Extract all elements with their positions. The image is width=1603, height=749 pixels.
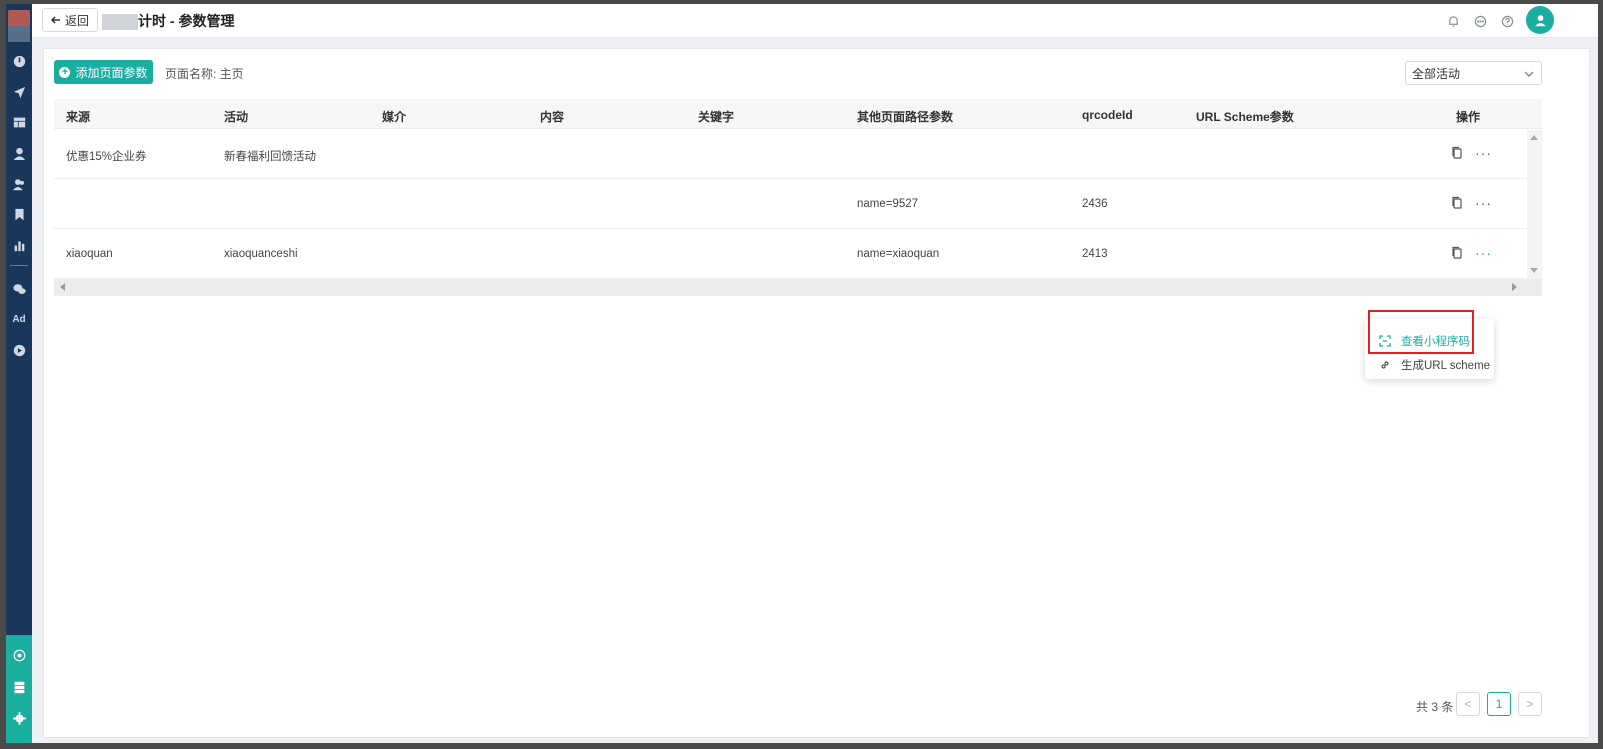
cell-source: 优惠15%企业券 bbox=[66, 151, 147, 163]
scroll-left-arrow[interactable] bbox=[60, 283, 65, 291]
highlight-annotation-box bbox=[1368, 310, 1474, 354]
menu-item-label: 生成URL scheme bbox=[1401, 360, 1491, 372]
menu-item-generate-url-scheme[interactable]: 生成URL scheme bbox=[1379, 357, 1490, 373]
users-icon[interactable] bbox=[6, 173, 32, 195]
title-redaction bbox=[102, 14, 138, 30]
cell-source: xiaoquan bbox=[66, 248, 113, 260]
pagination-prev-button[interactable]: < bbox=[1456, 692, 1480, 716]
table-row: 优惠15%企业券 新春福利回馈活动 ··· bbox=[54, 129, 1542, 179]
vertical-scrollbar[interactable] bbox=[1527, 130, 1542, 279]
back-label: 返回 bbox=[64, 13, 89, 28]
settings-network-icon[interactable] bbox=[6, 644, 32, 666]
add-label: 添加页面参数 bbox=[75, 65, 148, 80]
sidebar-bottom-panel bbox=[6, 635, 32, 743]
col-other-params: 其他页面路径参数 bbox=[857, 110, 954, 124]
sidebar: Ad bbox=[6, 4, 32, 743]
pagination-next-button[interactable]: > bbox=[1518, 692, 1542, 716]
send-icon[interactable] bbox=[6, 81, 32, 103]
activity-select-value: 全部活动 bbox=[1412, 66, 1461, 81]
cell-other-params: name=xiaoquan bbox=[857, 248, 940, 260]
pagination-total: 共 3 条 bbox=[1416, 700, 1454, 714]
page-number: 1 bbox=[1495, 697, 1503, 711]
more-icon[interactable]: ··· bbox=[1475, 146, 1492, 160]
chevron-right-icon: > bbox=[1526, 697, 1534, 711]
cell-other-params: name=9527 bbox=[857, 198, 919, 210]
bell-icon[interactable] bbox=[1445, 13, 1461, 29]
scroll-up-arrow[interactable] bbox=[1530, 135, 1538, 140]
chart-icon[interactable] bbox=[6, 234, 32, 256]
activity-select[interactable]: 全部活动 bbox=[1405, 61, 1542, 85]
table-header: 来源 活动 媒介 内容 关键字 其他页面路径参数 qrcodeId URL Sc… bbox=[54, 99, 1542, 129]
back-button[interactable]: 返回 bbox=[42, 8, 98, 32]
col-source: 来源 bbox=[66, 110, 91, 124]
col-url-scheme: URL Scheme参数 bbox=[1196, 110, 1294, 124]
play-circle-icon[interactable] bbox=[6, 339, 32, 361]
gear-icon[interactable] bbox=[6, 707, 32, 729]
horizontal-scrollbar[interactable] bbox=[54, 279, 1542, 296]
table-row: name=9527 2436 ··· bbox=[54, 179, 1542, 229]
logo-mark bbox=[8, 26, 30, 42]
col-content: 内容 bbox=[540, 110, 565, 124]
app-frame: Ad 返回 计时 - 参数管理 + 添加页面参数 页面名称: 主页 全部活动 来… bbox=[6, 4, 1598, 743]
row-actions: ··· bbox=[1451, 146, 1492, 160]
ad-label: Ad bbox=[12, 313, 26, 325]
col-qrcode-id: qrcodeId bbox=[1082, 108, 1133, 122]
row-actions: ··· bbox=[1451, 246, 1492, 260]
chevron-left-icon: < bbox=[1464, 697, 1472, 711]
sidebar-item-ad[interactable]: Ad bbox=[6, 308, 32, 330]
top-header: 返回 计时 - 参数管理 bbox=[32, 4, 1598, 38]
row-actions: ··· bbox=[1451, 196, 1492, 210]
cell-qrcode-id: 2436 bbox=[1082, 198, 1108, 210]
wechat-icon[interactable] bbox=[6, 278, 32, 300]
help-icon[interactable] bbox=[1499, 13, 1515, 29]
user-icon[interactable] bbox=[6, 142, 32, 164]
avatar[interactable] bbox=[1526, 6, 1554, 34]
sidebar-divider bbox=[10, 265, 28, 266]
col-keyword: 关键字 bbox=[698, 110, 735, 124]
col-actions: 操作 bbox=[1456, 110, 1481, 124]
copy-icon[interactable] bbox=[1451, 196, 1463, 209]
user-avatar-icon bbox=[1534, 14, 1546, 26]
dashboard-icon[interactable] bbox=[6, 50, 32, 72]
cell-qrcode-id: 2413 bbox=[1082, 248, 1108, 260]
col-activity: 活动 bbox=[224, 110, 249, 124]
scroll-right-arrow[interactable] bbox=[1512, 283, 1517, 291]
more-icon[interactable]: ··· bbox=[1475, 246, 1492, 260]
scroll-down-arrow[interactable] bbox=[1530, 268, 1538, 273]
page-title: 计时 - 参数管理 bbox=[138, 13, 235, 29]
copy-icon[interactable] bbox=[1451, 246, 1463, 259]
copy-icon[interactable] bbox=[1451, 146, 1463, 159]
table-icon[interactable] bbox=[6, 111, 32, 133]
pagination-page-1[interactable]: 1 bbox=[1487, 692, 1511, 716]
bookmark-icon[interactable] bbox=[6, 203, 32, 225]
table-row: xiaoquan xiaoquanceshi name=xiaoquan 241… bbox=[54, 229, 1542, 279]
arrow-left-icon bbox=[50, 16, 60, 24]
cell-activity: xiaoquanceshi bbox=[224, 248, 298, 260]
server-icon[interactable] bbox=[6, 676, 32, 698]
params-table: 来源 活动 媒介 内容 关键字 其他页面路径参数 qrcodeId URL Sc… bbox=[54, 99, 1542, 296]
link-icon bbox=[1381, 361, 1389, 369]
chevron-down-icon bbox=[1524, 68, 1534, 78]
add-page-param-button[interactable]: + 添加页面参数 bbox=[54, 60, 153, 84]
col-medium: 媒介 bbox=[382, 110, 407, 124]
content-card: + 添加页面参数 页面名称: 主页 全部活动 来源 活动 媒介 内容 关键字 其… bbox=[43, 48, 1590, 738]
cell-activity: 新春福利回馈活动 bbox=[224, 151, 316, 163]
plus-circle-icon: + bbox=[59, 66, 71, 78]
more-icon[interactable]: ··· bbox=[1475, 196, 1492, 210]
page-name-label: 页面名称: 主页 bbox=[165, 67, 244, 81]
chat-icon[interactable] bbox=[1472, 13, 1488, 29]
